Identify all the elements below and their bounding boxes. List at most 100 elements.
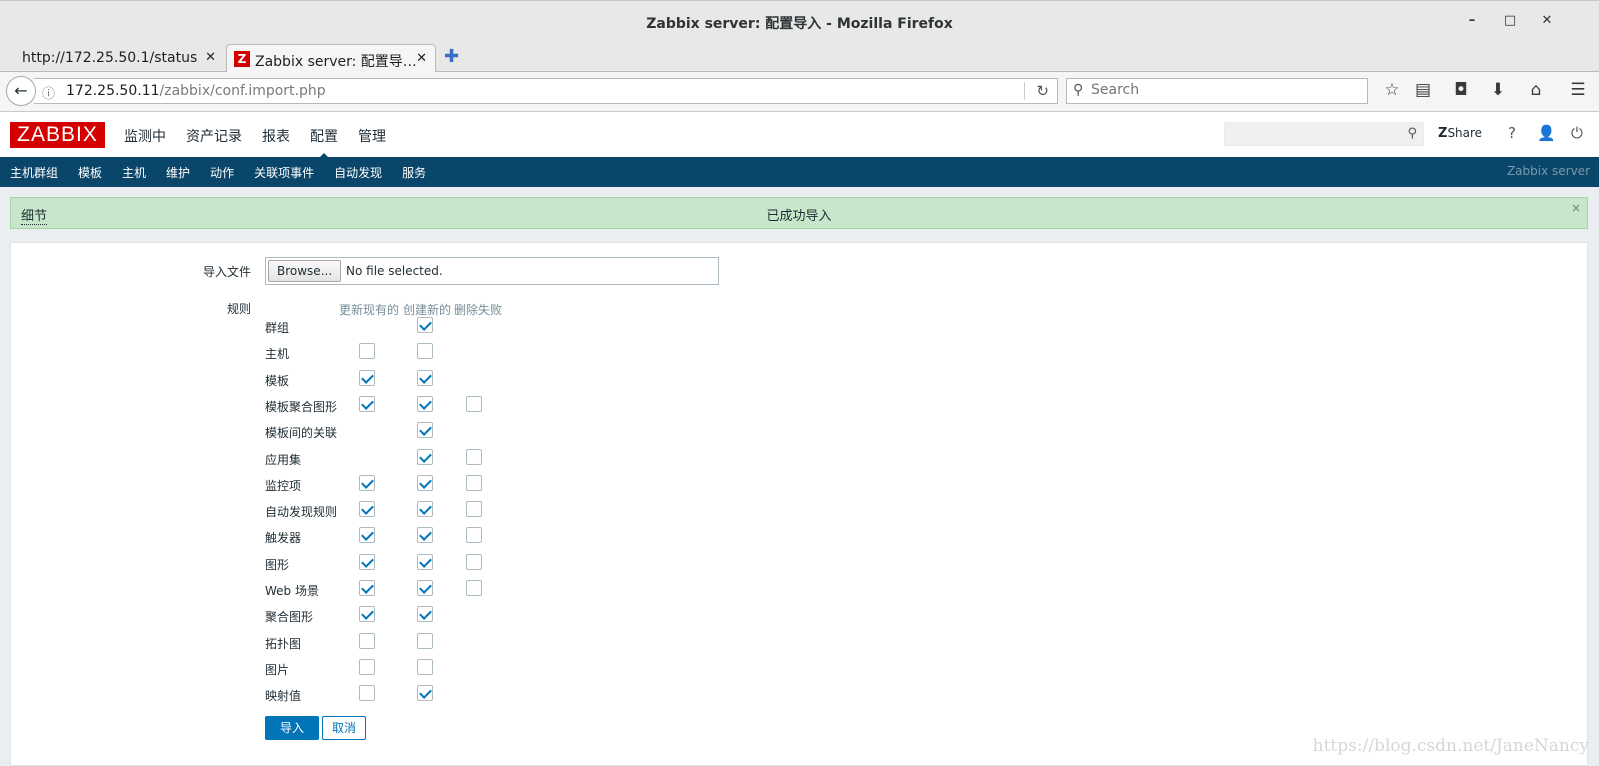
- checkbox-create[interactable]: [417, 369, 433, 386]
- checkbox-create[interactable]: [417, 527, 433, 544]
- reading-list-icon[interactable]: ▤: [1411, 80, 1435, 104]
- checkbox-update[interactable]: [359, 658, 375, 675]
- checkbox-delete[interactable]: [466, 580, 482, 596]
- rule-row: 图片: [265, 657, 565, 683]
- checkbox-delete[interactable]: [466, 474, 482, 491]
- menu-monitoring[interactable]: 监测中: [124, 126, 166, 146]
- file-input[interactable]: Browse... No file selected.: [265, 257, 719, 285]
- menu-configuration[interactable]: 配置: [310, 126, 338, 160]
- server-name: Zabbix server: [1506, 164, 1590, 178]
- url-bar[interactable]: ⓘ 172.25.50.11/zabbix/conf.import.php ↻: [34, 78, 1058, 104]
- rule-name: 模板: [265, 373, 290, 388]
- checkbox-create[interactable]: [417, 685, 433, 702]
- rule-row: 群组: [265, 315, 565, 341]
- menu-inventory[interactable]: 资产记录: [186, 126, 242, 146]
- import-button[interactable]: 导入: [265, 716, 320, 740]
- checkbox-update[interactable]: [359, 474, 375, 491]
- subnav-templates[interactable]: 模板: [78, 164, 102, 181]
- checkbox-update[interactable]: [359, 527, 375, 544]
- tab-label: Zabbix server: 配置导…: [255, 54, 417, 70]
- back-button[interactable]: ←: [6, 76, 36, 106]
- hamburger-menu-icon[interactable]: ☰: [1566, 80, 1590, 104]
- checkbox-delete[interactable]: [466, 527, 482, 544]
- subnav-services[interactable]: 服务: [402, 164, 426, 181]
- rule-row: 聚合图形: [265, 604, 565, 630]
- close-window-button[interactable]: ✕: [1537, 13, 1557, 31]
- subnav-actions[interactable]: 动作: [210, 164, 234, 181]
- tab-label: http://172.25.50.1/status: [22, 50, 198, 66]
- browser-search-input[interactable]: [1091, 82, 1361, 98]
- browse-button[interactable]: Browse...: [268, 260, 342, 282]
- subnav-discovery[interactable]: 自动发现: [334, 164, 382, 181]
- bookmark-star-icon[interactable]: ☆: [1380, 80, 1404, 104]
- window-title: Zabbix server: 配置导入 - Mozilla Firefox: [646, 16, 953, 32]
- logout-icon[interactable]: ⏻: [1571, 124, 1583, 142]
- subnav-maintenance[interactable]: 维护: [166, 164, 190, 181]
- rule-name: 触发器: [265, 531, 302, 546]
- home-icon[interactable]: ⌂: [1524, 80, 1548, 104]
- checkbox-create[interactable]: [417, 501, 433, 518]
- subnav-hosts[interactable]: 主机: [122, 164, 146, 181]
- help-icon[interactable]: ?: [1508, 124, 1516, 142]
- browser-search-box[interactable]: ⚲: [1066, 78, 1368, 104]
- checkbox-create[interactable]: [417, 658, 433, 675]
- checkbox-delete[interactable]: [466, 395, 482, 412]
- checkbox-update[interactable]: [359, 553, 375, 570]
- checkbox-update[interactable]: [359, 343, 375, 360]
- cancel-button[interactable]: 取消: [322, 716, 367, 740]
- back-arrow-icon: ←: [14, 81, 28, 100]
- maximize-button[interactable]: □: [1500, 13, 1520, 31]
- close-tab-icon[interactable]: ✕: [205, 50, 216, 65]
- checkbox-create[interactable]: [417, 606, 433, 623]
- top-menu: 监测中 资产记录 报表 配置 管理: [124, 126, 386, 160]
- checkbox-update[interactable]: [359, 606, 375, 623]
- tab-bar: http://172.25.50.1/status ✕ Z Zabbix ser…: [0, 42, 1599, 72]
- checkbox-delete[interactable]: [466, 501, 482, 518]
- subnav-host-groups[interactable]: 主机群组: [10, 164, 58, 181]
- checkbox-delete[interactable]: [466, 448, 482, 465]
- rule-name: 监控项: [265, 478, 302, 493]
- reload-icon[interactable]: ↻: [1036, 82, 1049, 100]
- rule-row: 主机: [265, 341, 565, 367]
- checkbox-delete[interactable]: [466, 553, 482, 570]
- checkbox-create[interactable]: [417, 317, 433, 333]
- download-icon[interactable]: ⬇: [1486, 80, 1510, 104]
- checkbox-update[interactable]: [359, 395, 375, 412]
- subnav-correlation[interactable]: 关联项事件: [254, 164, 314, 181]
- close-message-icon[interactable]: ×: [1571, 201, 1581, 215]
- menu-reports[interactable]: 报表: [262, 126, 290, 146]
- checkbox-create[interactable]: [417, 448, 433, 465]
- rule-row: 模板聚合图形: [265, 394, 565, 420]
- minimize-button[interactable]: –: [1462, 13, 1482, 31]
- url-divider: [1024, 82, 1025, 100]
- checkbox-create[interactable]: [417, 580, 433, 596]
- menu-administration[interactable]: 管理: [358, 126, 386, 146]
- search-icon[interactable]: ⚲: [1407, 126, 1417, 141]
- zabbix-favicon-icon: Z: [234, 51, 250, 67]
- checkbox-create[interactable]: [417, 632, 433, 649]
- checkbox-update[interactable]: [359, 501, 375, 518]
- checkbox-create[interactable]: [417, 553, 433, 570]
- close-tab-icon[interactable]: ✕: [416, 51, 427, 66]
- share-link[interactable]: ZShare: [1438, 126, 1482, 141]
- zabbix-logo[interactable]: ZABBIX: [10, 122, 105, 148]
- checkbox-update[interactable]: [359, 685, 375, 702]
- pocket-icon[interactable]: ◘: [1449, 80, 1473, 104]
- checkbox-update[interactable]: [359, 580, 375, 596]
- checkbox-create[interactable]: [417, 474, 433, 491]
- rule-row: Web 场景: [265, 578, 565, 604]
- checkbox-update[interactable]: [359, 369, 375, 386]
- checkbox-create[interactable]: [417, 395, 433, 412]
- info-icon[interactable]: ⓘ: [42, 83, 55, 102]
- rule-row: 图形: [265, 552, 565, 578]
- tab-status[interactable]: http://172.25.50.1/status ✕: [0, 44, 224, 72]
- main-content: 细节 已成功导入 × 导入文件 Browse... No file select…: [0, 187, 1599, 766]
- new-tab-icon[interactable]: ✚: [444, 46, 459, 67]
- checkbox-create[interactable]: [417, 343, 433, 360]
- user-profile-icon[interactable]: 👤: [1537, 124, 1556, 142]
- zabbix-search-input[interactable]: ⚲: [1224, 122, 1424, 146]
- tab-zabbix[interactable]: Z Zabbix server: 配置导… ✕: [226, 44, 436, 72]
- rule-name: 聚合图形: [265, 610, 314, 625]
- checkbox-update[interactable]: [359, 632, 375, 649]
- checkbox-create[interactable]: [417, 422, 433, 439]
